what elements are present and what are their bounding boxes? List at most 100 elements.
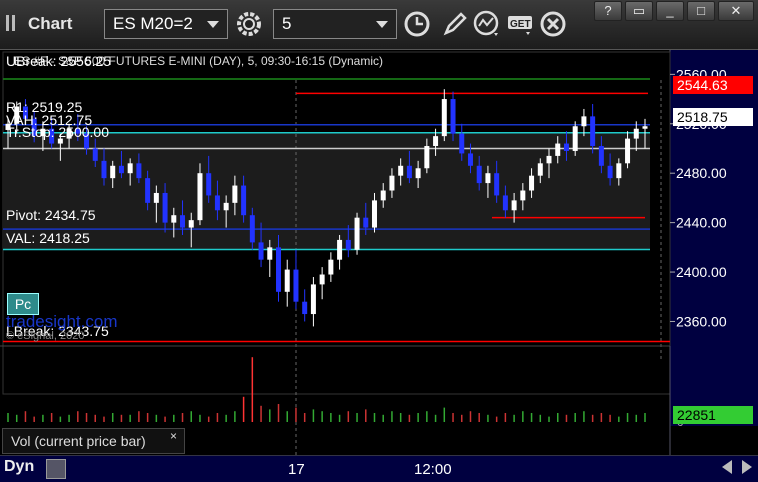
candle-body (581, 116, 587, 127)
candle-body (118, 165, 124, 174)
symbol-select[interactable]: ES M20=2 (104, 9, 228, 39)
dynamic-mode-label[interactable]: Dyn (4, 458, 34, 476)
candle-body (328, 259, 334, 275)
studies-button[interactable] (472, 9, 502, 39)
resistance-price-tag: 2544.63 (673, 76, 753, 94)
last-price-tag: 2518.75 (673, 108, 753, 126)
candle-body (258, 242, 264, 260)
studies-icon (473, 10, 499, 36)
close-icon (540, 11, 566, 37)
candle-body (337, 239, 343, 260)
candle-body (485, 173, 491, 184)
time-label-17: 17 (288, 461, 305, 478)
candle-body (607, 165, 613, 179)
candle-body (145, 178, 151, 203)
chart-area[interactable]: 2560.002520.002480.002440.002400.002360.… (0, 50, 758, 482)
close-window-button[interactable]: ✕ (718, 1, 754, 21)
clock-icon (404, 11, 430, 37)
candle-body (354, 217, 360, 250)
svg-text:GET: GET (510, 19, 531, 30)
minimize-button[interactable]: _ (656, 1, 684, 21)
candle-body (633, 128, 639, 139)
candle-body (415, 168, 421, 179)
candle-body (293, 269, 299, 302)
val-label: VAL: 2418.25 (6, 230, 90, 246)
help-button[interactable]: ? (594, 1, 622, 21)
price-tick-label: 2480.00 (676, 165, 727, 181)
candle-body (459, 133, 465, 154)
price-tick-label: 2400.00 (676, 264, 727, 280)
candle-body (546, 155, 552, 164)
candle-body (249, 215, 255, 243)
candle-body (180, 215, 186, 228)
candle-body (310, 284, 316, 315)
toolbar: Chart ES M20=2 5 GET ? ▭ _ □ ✕ (0, 0, 758, 50)
candle-body (598, 146, 604, 166)
link-icon[interactable] (46, 459, 66, 479)
get-button[interactable]: GET (506, 9, 536, 39)
candle-body (223, 202, 229, 211)
volume-bars (7, 357, 646, 422)
candle-body (467, 153, 473, 166)
candle-body (267, 247, 273, 260)
candle-body (529, 175, 535, 191)
copyright: © eSignal, 2020 (6, 330, 85, 342)
candle-body (162, 192, 168, 223)
ubreak-label: UBreak: 2556.25 (6, 53, 112, 69)
candle-body (563, 143, 569, 151)
volume-value-tag: 22851 (673, 406, 753, 424)
restore-layout-button[interactable]: ▭ (625, 1, 653, 21)
time-button[interactable] (402, 9, 432, 39)
chevron-down-icon (207, 21, 219, 28)
time-label-1200: 12:00 (414, 461, 452, 478)
candle-body (476, 165, 482, 184)
candle-body (302, 301, 308, 315)
candle-body (232, 185, 238, 203)
candle-body (153, 192, 159, 203)
candle-body (345, 239, 351, 250)
candle-body (511, 200, 517, 211)
maximize-button[interactable]: □ (687, 1, 715, 21)
interval-value: 5 (282, 14, 292, 33)
trstop-label: Tr.Stop: 2500.00 (6, 124, 109, 140)
scroll-left-icon[interactable] (722, 460, 732, 474)
close-chart-button[interactable] (538, 9, 568, 39)
price-tick-label: 2440.00 (676, 215, 727, 231)
remove-volume-study-button[interactable]: × (170, 429, 177, 443)
symbol-value: ES M20=2 (113, 14, 193, 33)
candle-body (171, 215, 177, 223)
candle-body (284, 269, 290, 292)
settings-button[interactable] (234, 9, 264, 39)
chevron-down-icon (376, 21, 388, 28)
candle-body (642, 126, 648, 129)
candle-body (136, 163, 142, 179)
candle-body (450, 99, 456, 134)
time-axis[interactable]: 17 12:00 (0, 455, 758, 482)
candle-body (380, 190, 386, 201)
candle-body (537, 163, 543, 176)
price-tick-label: 2360.00 (676, 313, 727, 329)
interval-select[interactable]: 5 (273, 9, 397, 39)
candle-body (363, 217, 369, 228)
drag-grip-icon[interactable] (6, 15, 20, 31)
watermark: tradesight.com (6, 312, 118, 331)
price-chart[interactable]: 2560.002520.002480.002440.002400.002360.… (0, 50, 758, 455)
candle-body (276, 247, 282, 292)
candle-body (92, 148, 98, 161)
candle-body (502, 195, 508, 211)
candle-body (441, 99, 447, 137)
candle-body (433, 136, 439, 147)
candle-body (494, 173, 500, 196)
candle-body (371, 200, 377, 228)
volume-study-label[interactable]: Vol (current price bar) (2, 428, 185, 454)
candle-body (555, 143, 561, 156)
candle-body (398, 165, 404, 176)
candle-body (206, 173, 212, 196)
candle-body (572, 126, 578, 151)
candle-body (110, 165, 116, 179)
draw-button[interactable] (440, 9, 470, 39)
value-area-shade (3, 132, 650, 250)
candle-body (625, 138, 631, 164)
scroll-right-icon[interactable] (742, 460, 752, 474)
candle-body (197, 173, 203, 221)
